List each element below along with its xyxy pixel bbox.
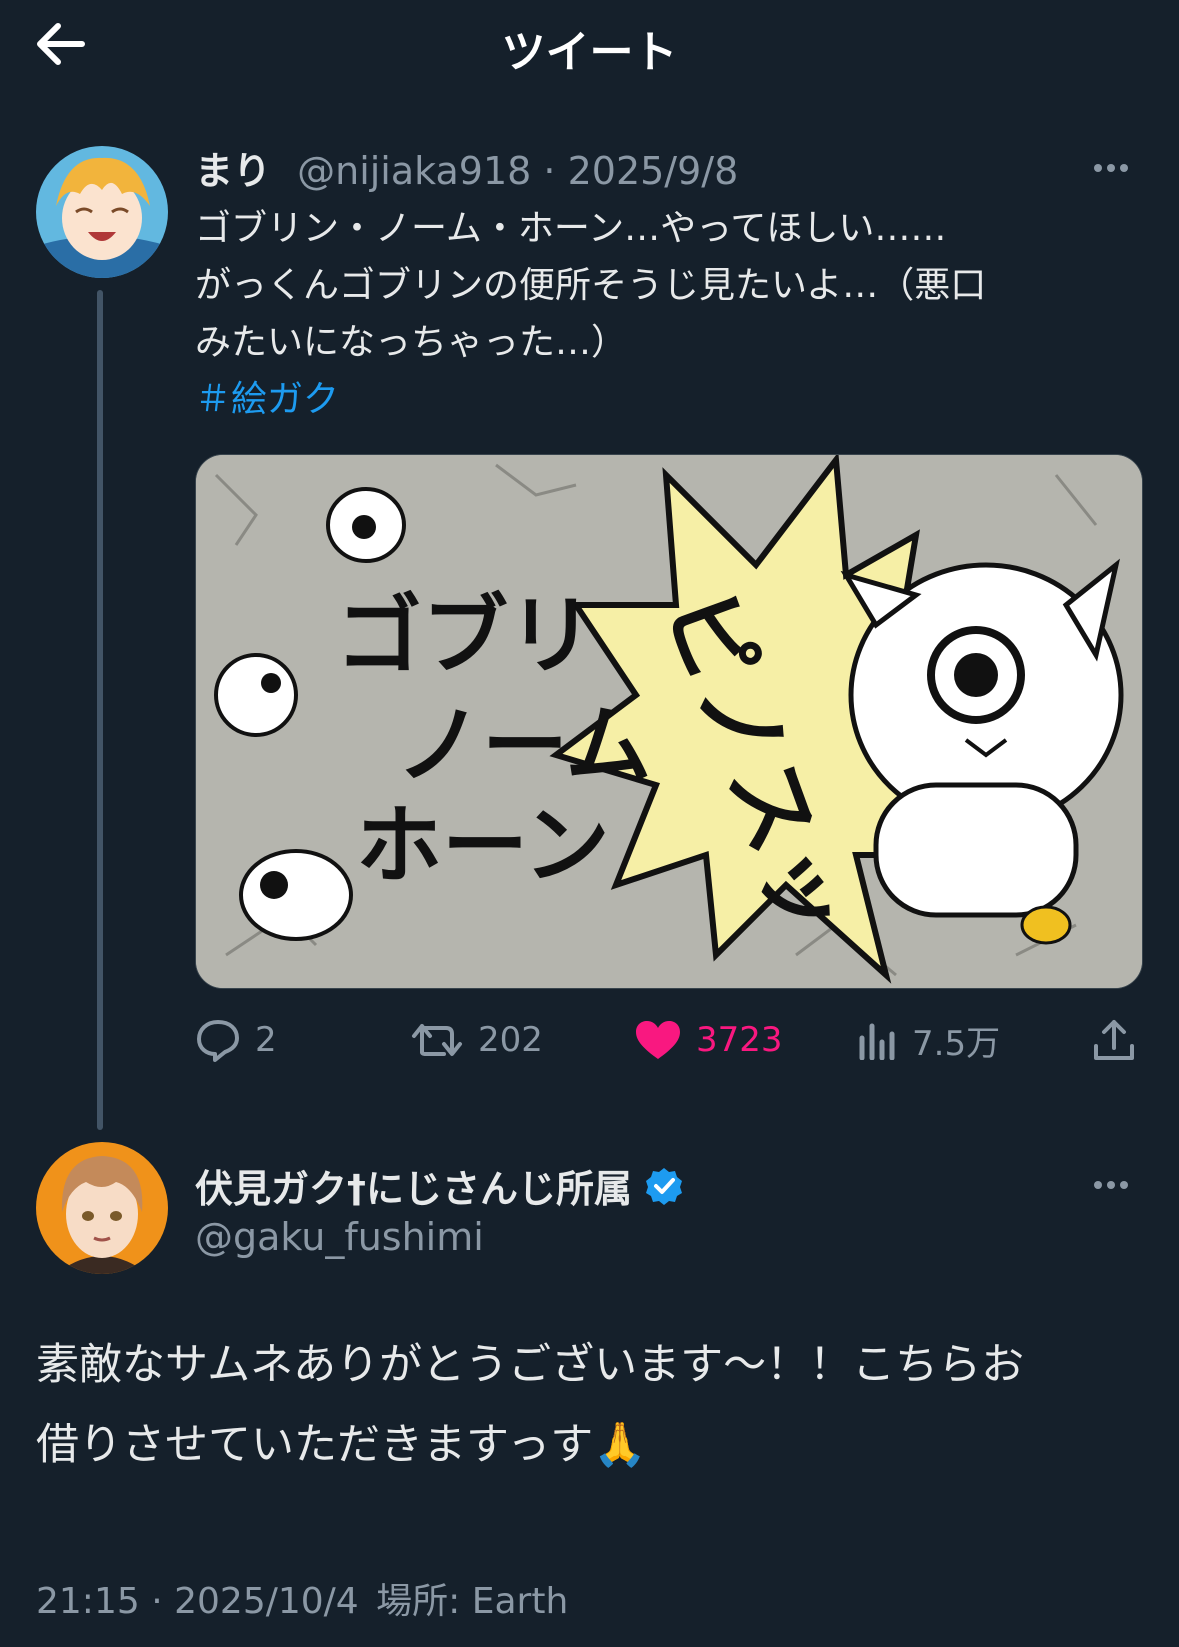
share-icon xyxy=(1094,1020,1134,1060)
share-button[interactable] xyxy=(1092,1013,1150,1067)
retweet-button[interactable]: 202 xyxy=(410,1013,543,1067)
more-options-button[interactable] xyxy=(1094,1174,1138,1194)
reply-count: 2 xyxy=(255,1020,277,1060)
tweet-text: 素敵なサムネありがとうございます〜！！こちらお 借りさせていただきますっす🙏 xyxy=(36,1325,1146,1485)
display-name[interactable]: まり xyxy=(195,149,271,193)
tweet-metadata: 21:15 · 2025/10/4 場所: Earth xyxy=(36,1572,568,1624)
tweet-image[interactable]: ゴブリ ノーム ホーン ピノスッ xyxy=(195,454,1143,989)
handle[interactable]: @gaku_fushimi xyxy=(195,1215,484,1259)
page-title: ツイート xyxy=(501,27,678,78)
views-chart-icon xyxy=(859,1023,895,1060)
display-name[interactable]: 伏見ガク†にじさんじ所属 xyxy=(195,1158,632,1213)
tweet-header: 伏見ガク†にじさんじ所属 xyxy=(195,1158,684,1213)
avatar-image xyxy=(36,146,168,278)
more-options-button[interactable] xyxy=(1094,157,1138,177)
reply-icon xyxy=(197,1020,239,1062)
tweet-time[interactable]: 21:15 xyxy=(36,1581,140,1622)
avatar[interactable] xyxy=(36,1142,168,1274)
separator: · xyxy=(543,149,556,193)
separator: · xyxy=(151,1581,163,1622)
avatar[interactable] xyxy=(36,146,168,278)
tweet-text-line: ゴブリン・ノーム・ホーン…やってほしい…… xyxy=(195,208,947,249)
retweet-icon xyxy=(412,1024,462,1056)
more-dots-icon xyxy=(1094,164,1102,172)
image-text: ホーン xyxy=(356,796,610,896)
pray-emoji: 🙏 xyxy=(593,1420,647,1470)
like-count: 3723 xyxy=(696,1020,783,1060)
verified-badge-icon xyxy=(646,1167,683,1205)
tweet-date[interactable]: 2025/10/4 xyxy=(174,1581,359,1622)
tweet-date[interactable]: 2025/9/8 xyxy=(568,149,739,193)
tweet-text-line: 素敵なサムネありがとうございます〜！！こちらお xyxy=(36,1340,1025,1390)
location-label: 場所: xyxy=(376,1581,461,1622)
more-dots-icon xyxy=(1094,1181,1102,1189)
thread-connector xyxy=(97,290,103,1130)
reply-button[interactable]: 2 xyxy=(195,1013,277,1067)
tweet-header: まり @nijiaka918 · 2025/9/8 xyxy=(195,140,738,195)
retweet-count: 202 xyxy=(478,1020,543,1060)
views-button[interactable]: 7.5万 xyxy=(858,1013,1000,1067)
illustration: ゴブリ ノーム ホーン ピノスッ xyxy=(196,455,1142,988)
image-text: ノーム xyxy=(396,696,651,796)
like-button[interactable]: 3723 xyxy=(634,1013,783,1067)
tweet-text: ゴブリン・ノーム・ホーン…やってほしい…… がっくんゴブリンの便所そうじ見たいよ… xyxy=(195,200,1115,371)
location[interactable]: Earth xyxy=(472,1581,569,1622)
hashtag-link[interactable]: ＃絵ガク xyxy=(195,370,339,422)
handle[interactable]: @nijiaka918 xyxy=(297,149,531,193)
heart-filled-icon xyxy=(636,1021,680,1059)
image-text: ゴブリ xyxy=(336,586,594,686)
view-count: 7.5万 xyxy=(912,1023,1001,1064)
tweet-text-line: みたいになっちゃった…） xyxy=(195,322,628,363)
tweet-text-line: 借りさせていただきますっす🙏 xyxy=(36,1420,647,1470)
top-bar: ツイート xyxy=(0,0,1179,90)
tweet-text-line: がっくんゴブリンの便所そうじ見たいよ…（悪口 xyxy=(195,265,987,306)
avatar-image xyxy=(36,1142,168,1274)
